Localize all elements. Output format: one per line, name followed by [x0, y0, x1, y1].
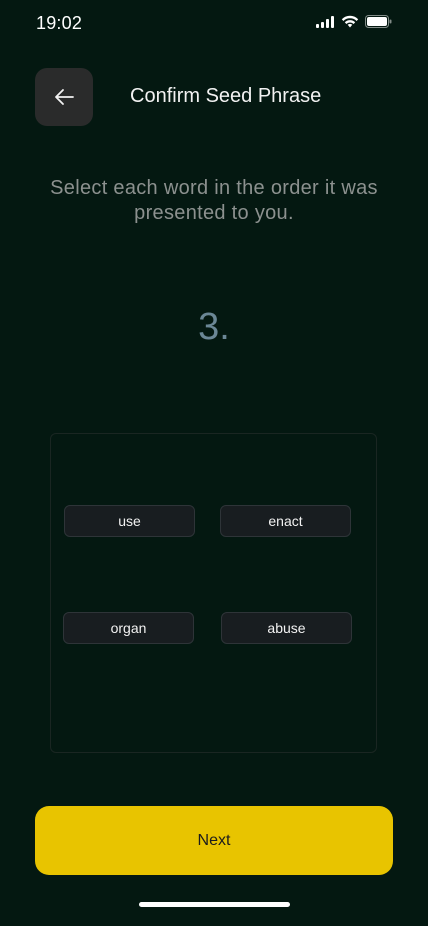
word-option-use[interactable]: use [64, 505, 195, 537]
home-indicator [139, 902, 290, 907]
word-options-panel: use enact organ abuse [50, 433, 377, 753]
word-option-enact[interactable]: enact [220, 505, 351, 537]
status-icons [316, 15, 392, 28]
page-title: Confirm Seed Phrase [130, 85, 322, 107]
confirm-seed-phrase-screen: 19:02 Confirm Seed Phrase Select each wo… [0, 0, 428, 926]
word-option-organ[interactable]: organ [63, 612, 194, 644]
wifi-icon [341, 15, 359, 28]
step-number: 3. [198, 306, 230, 348]
back-button[interactable] [35, 68, 93, 126]
cellular-signal-icon [316, 15, 334, 28]
arrow-left-icon [55, 89, 74, 105]
status-time: 19:02 [36, 13, 83, 33]
battery-icon [365, 15, 392, 28]
word-option-abuse[interactable]: abuse [221, 612, 352, 644]
instruction-text: Select each word in the order it was pre… [50, 177, 378, 224]
next-button[interactable]: Next [35, 806, 393, 875]
